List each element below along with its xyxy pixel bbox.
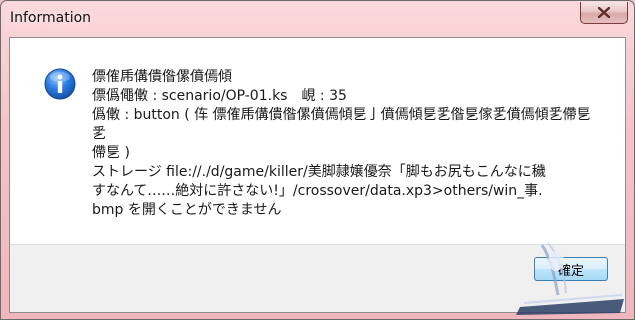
dialog-client-area: 僄傕乕傋僓偺傫僨傿傾 僄僞僶僌 : scenario/OP-01.ks 峴 : … bbox=[9, 37, 626, 313]
dialog-window: Information 僄傕乕傋僓偺傫僨傿傾 僄僞僶僌: scenario/O… bbox=[0, 0, 635, 320]
message-line: すなんて……絶対に許さない!」/crossover/data.xp3>other… bbox=[92, 183, 543, 199]
message-line: 僀乬 ) bbox=[92, 145, 130, 161]
message-line: 僄僞僶僌 : scenario/OP-01.ks 峴 : 35 bbox=[92, 88, 347, 104]
message-line: ストレージ file://./d/game/killer/美脚隷嬢優奈「脚もお尻… bbox=[92, 164, 546, 180]
message-line: 僞僌 : button ( 伡 僄傕乕傋僓偺傫僨傿傾乬亅僨傿傾乬乯偺乬傢乯僨傿傾… bbox=[92, 107, 591, 142]
window-title: Information bbox=[10, 10, 92, 26]
error-message: 僄傕乕傋僓偺傫僨傿傾 僄僞僶僌 : scenario/OP-01.ks 峴 : … bbox=[92, 68, 592, 220]
close-icon bbox=[598, 7, 610, 18]
title-bar[interactable]: Information bbox=[1, 1, 634, 37]
message-area: 僄傕乕傋僓偺傫僨傿傾 僄僞僶僌 : scenario/OP-01.ks 峴 : … bbox=[10, 38, 625, 244]
info-icon bbox=[44, 68, 76, 100]
ok-button[interactable]: 確定 bbox=[534, 257, 608, 281]
message-line: bmp を開くことができません bbox=[92, 202, 282, 218]
message-line: 僄傕乕傋僓偺傫僨傿傾 bbox=[92, 69, 232, 85]
close-button[interactable] bbox=[580, 2, 628, 24]
button-bar bbox=[10, 244, 625, 312]
